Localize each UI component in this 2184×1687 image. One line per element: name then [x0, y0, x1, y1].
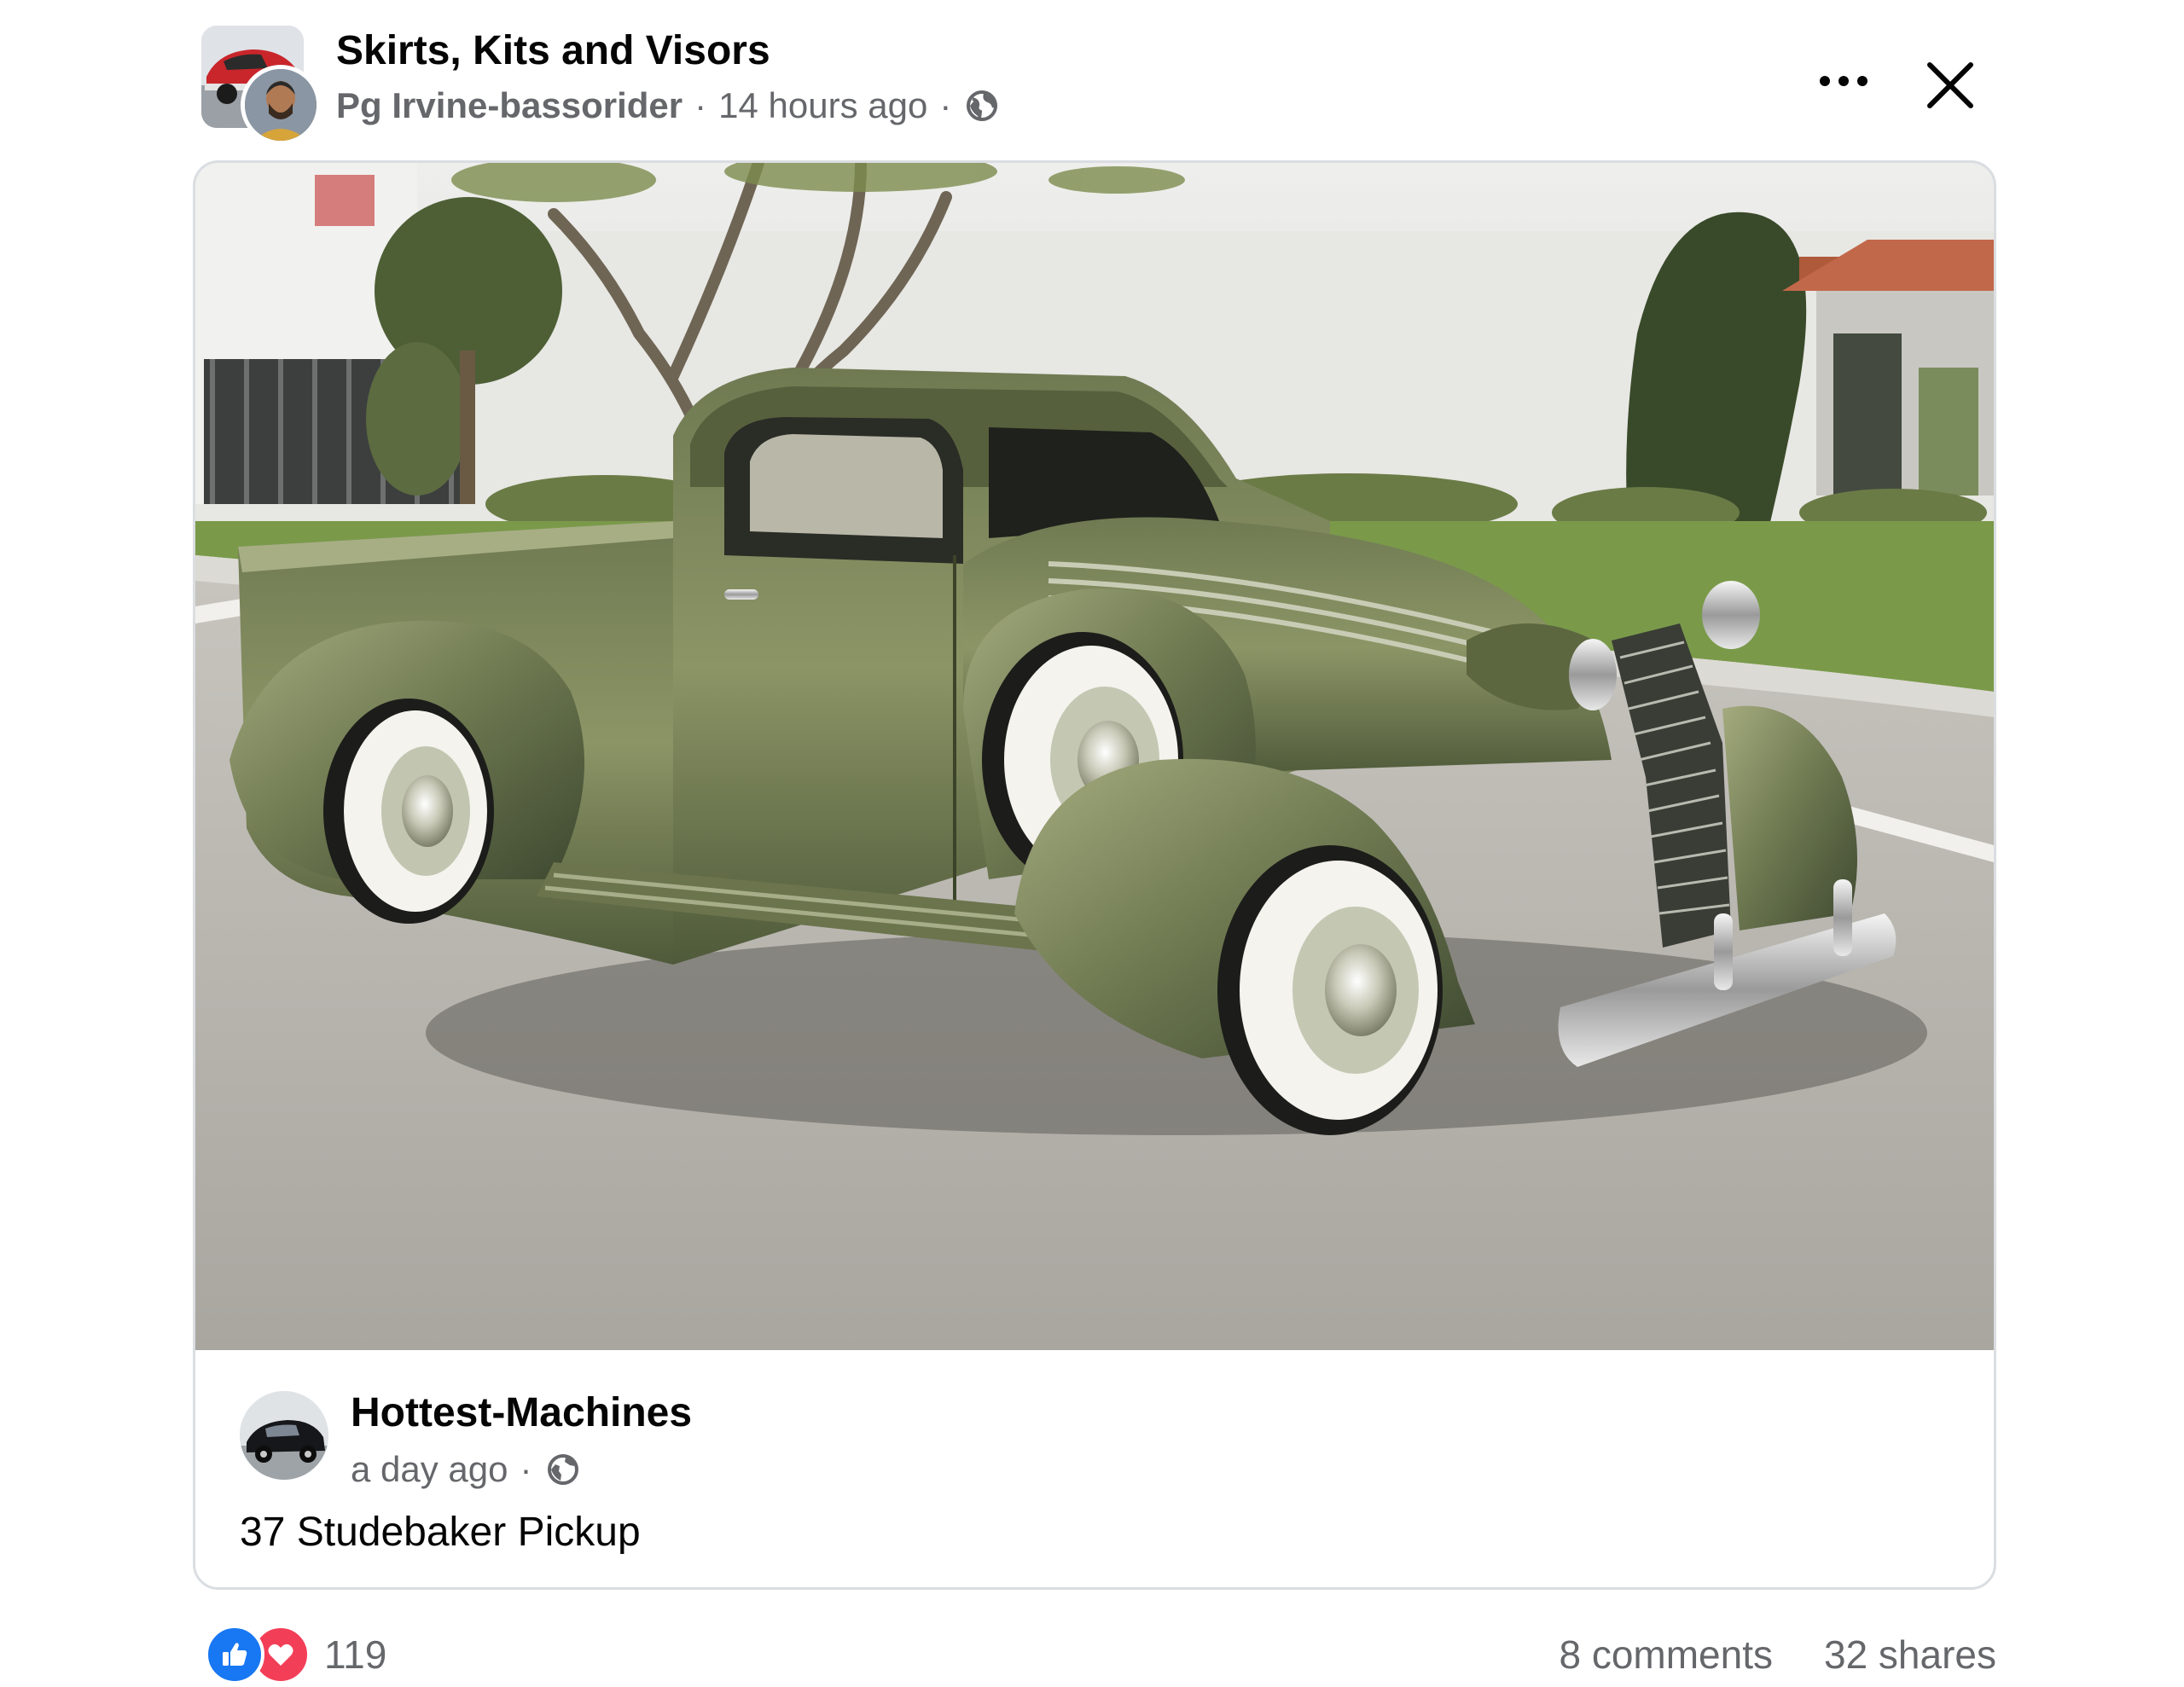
- group-name[interactable]: Skirts, Kits and Visors: [336, 27, 770, 74]
- close-icon: [1926, 61, 1974, 113]
- reaction-icons[interactable]: [205, 1625, 314, 1684]
- globe-icon[interactable]: [546, 1452, 580, 1487]
- author-avatar[interactable]: [241, 65, 321, 145]
- post-header: Skirts, Kits and Visors Pg Irvine-bassor…: [201, 26, 1993, 145]
- meta-separator: ·: [939, 85, 952, 125]
- shares-link[interactable]: 32 shares: [1824, 1632, 1996, 1678]
- reactions-bar: 119 8 comments 32 shares: [205, 1625, 1996, 1684]
- shared-post-card[interactable]: Hottest-Machines a day ago · 37 Studebak…: [193, 160, 1996, 1590]
- meta-separator: ·: [520, 1449, 532, 1489]
- author-name[interactable]: Pg Irvine-bassorider: [336, 85, 682, 126]
- globe-icon[interactable]: [965, 89, 999, 123]
- shared-post-meta: a day ago ·: [351, 1449, 580, 1490]
- page-avatar[interactable]: [240, 1391, 328, 1480]
- post-photo[interactable]: [195, 163, 1994, 1350]
- post-meta: Pg Irvine-bassorider · 14 hours ago ·: [336, 85, 999, 126]
- photo-of-green-pickup-truck: [195, 163, 1994, 1350]
- shared-post-footer: Hottest-Machines a day ago · 37 Studebak…: [195, 1350, 1994, 1587]
- like-icon: [205, 1625, 264, 1684]
- post-caption: 37 Studebaker Pickup: [240, 1510, 641, 1555]
- meta-separator: ·: [694, 85, 707, 125]
- reaction-count[interactable]: 119: [324, 1632, 386, 1678]
- post-timestamp[interactable]: 14 hours ago: [718, 85, 927, 126]
- more-options-button[interactable]: [1805, 44, 1882, 121]
- comments-link[interactable]: 8 comments: [1559, 1632, 1773, 1678]
- page-name[interactable]: Hottest-Machines: [351, 1389, 692, 1436]
- more-options-icon: [1818, 74, 1869, 92]
- shared-post-timestamp[interactable]: a day ago: [351, 1449, 508, 1490]
- close-button[interactable]: [1908, 44, 1993, 130]
